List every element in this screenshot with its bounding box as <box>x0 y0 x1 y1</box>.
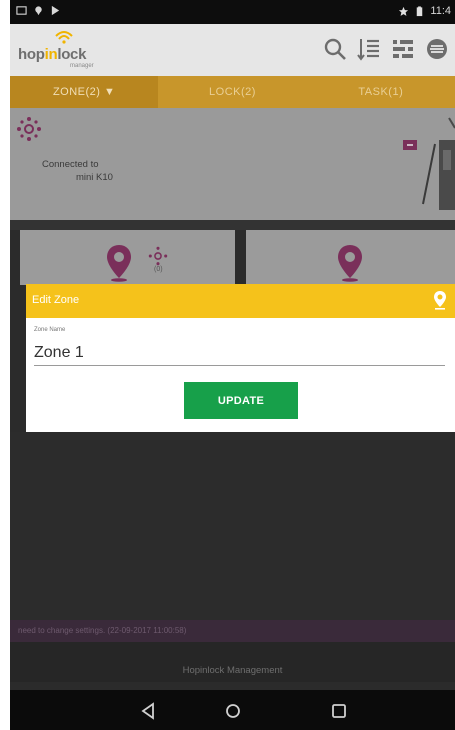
device-network-icon <box>148 246 168 266</box>
device-network-icon <box>17 117 41 141</box>
zone-card-list: (0) <box>10 230 455 285</box>
lock-device-icon <box>403 117 455 210</box>
home-icon[interactable] <box>222 700 244 722</box>
zone-card[interactable]: (0) <box>20 230 235 285</box>
menu-circle-icon[interactable] <box>425 36 449 62</box>
map-pin-icon <box>434 291 446 310</box>
logo-text: hopinlock <box>18 46 87 63</box>
filter-settings-icon[interactable] <box>391 36 415 62</box>
connection-panel: Connected to mini K10 <box>10 108 455 220</box>
location-icon <box>35 6 42 16</box>
star-icon <box>399 6 409 16</box>
app-logo: hopinlock manager <box>16 30 126 72</box>
dialog-header: Edit Zone <box>26 284 455 318</box>
tab-zone[interactable]: ZONE(2) ▼ <box>10 76 159 108</box>
search-icon[interactable] <box>323 36 347 62</box>
chevron-down-icon: ▼ <box>104 86 116 98</box>
logo-subtitle: manager <box>70 63 94 69</box>
wifi-logo-icon <box>55 31 73 44</box>
dialog-title: Edit Zone <box>32 294 80 306</box>
navigation-bar <box>10 690 455 730</box>
tab-bar: ZONE(2) ▼ LOCK(2) TASK(1) <box>10 76 455 108</box>
back-icon[interactable] <box>138 700 160 722</box>
app-bar: hopinlock manager <box>10 24 455 76</box>
app-screen: 11:4 hopinlock manager ZONE(2) ▼ LOCK(2)… <box>10 0 455 730</box>
tab-task[interactable]: TASK(1) <box>307 76 455 108</box>
battery-icon <box>417 5 423 16</box>
zone-name-label: Zone Name <box>34 327 66 333</box>
connection-status: Connected to mini K10 <box>42 159 113 183</box>
status-time: 11:4 <box>430 5 451 17</box>
zone-card[interactable] <box>246 230 455 285</box>
image-icon <box>16 6 27 15</box>
status-bar: 11:4 <box>10 0 455 24</box>
update-button[interactable]: UPDATE <box>184 382 298 419</box>
zone-device-count: (0) <box>154 266 163 273</box>
tab-lock[interactable]: LOCK(2) <box>158 76 306 108</box>
settings-notice[interactable]: need to change settings. (22-09-2017 11:… <box>10 620 455 642</box>
play-icon <box>51 5 60 16</box>
map-pin-icon <box>107 245 131 282</box>
sort-list-icon[interactable] <box>357 36 381 62</box>
footer-title: Hopinlock Management <box>10 642 455 682</box>
divider <box>10 220 455 230</box>
edit-zone-dialog: Edit Zone Zone Name UPDATE <box>26 284 455 432</box>
map-pin-icon <box>338 245 362 282</box>
zone-name-input[interactable] <box>34 340 445 366</box>
recents-icon[interactable] <box>328 700 350 722</box>
